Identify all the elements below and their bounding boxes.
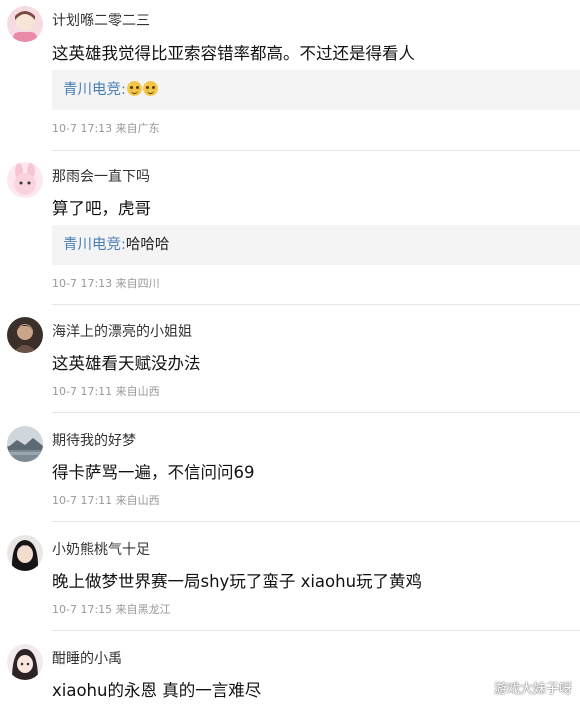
comment-username[interactable]: 酣睡的小禹: [52, 648, 122, 668]
divider: [52, 521, 580, 522]
comment-username[interactable]: 计划喺二零二三: [52, 10, 150, 30]
divider: [52, 412, 580, 413]
smug-face-emoji-icon: [126, 81, 142, 96]
watermark: 游戏大妹子呀: [493, 682, 572, 697]
divider: [52, 630, 580, 631]
reply-text: 哈哈哈: [125, 237, 170, 253]
avatar[interactable]: [7, 644, 43, 680]
reply-author[interactable]: 青川电竞: [63, 82, 121, 98]
avatar-girl-dark-hair-icon: [7, 535, 43, 571]
comment-text: 晚上做梦世界赛一局shy玩了蛮子 xiaohu玩了黄鸡: [52, 572, 423, 591]
comment-meta: 10-7 17:15 来自黑龙江: [52, 603, 171, 616]
avatar-girl-pink-icon: [7, 6, 43, 42]
comment-meta: 10-7 17:13 来自四川: [52, 277, 160, 290]
comment-text: 得卡萨骂一遍，不信问问69: [52, 463, 255, 482]
comment-text: 算了吧，虎哥: [52, 199, 151, 218]
reply-box: 青川电竞:哈哈哈: [52, 225, 580, 265]
divider: [52, 150, 580, 151]
avatar[interactable]: [7, 426, 43, 462]
comment-meta: 10-7 17:11 来自山西: [52, 385, 160, 398]
avatar-pink-bunny-icon: [7, 162, 43, 198]
avatar[interactable]: [7, 162, 43, 198]
comment-username[interactable]: 那雨会一直下吗: [52, 166, 150, 186]
comment-text: 这英雄看天赋没办法: [52, 354, 201, 373]
smug-face-emoji-icon: [142, 81, 158, 96]
avatar[interactable]: [7, 317, 43, 353]
comment-meta: 10-7 17:13 来自广东: [52, 122, 160, 135]
comment-text: 这英雄我觉得比亚索容错率都高。不过还是得看人: [52, 44, 415, 63]
avatar-anime-girl-icon: [7, 644, 43, 680]
avatar-landscape-icon: [7, 426, 43, 462]
avatar[interactable]: [7, 535, 43, 571]
reply-separator: :: [121, 82, 126, 98]
comment-username[interactable]: 小奶熊桃气十足: [52, 539, 150, 559]
avatar[interactable]: [7, 6, 43, 42]
avatar-dark-photo-icon: [7, 317, 43, 353]
reply-box: 青川电竞:: [52, 70, 580, 110]
comment-username[interactable]: 海洋上的漂亮的小姐姐: [52, 321, 192, 341]
comment-username[interactable]: 期待我的好梦: [52, 430, 136, 450]
comment-text: xiaohu的永恩 真的一言难尽: [52, 681, 262, 700]
comment-meta: 10-7 17:11 来自山西: [52, 494, 160, 507]
divider: [52, 304, 580, 305]
reply-author[interactable]: 青川电竞: [63, 237, 121, 253]
